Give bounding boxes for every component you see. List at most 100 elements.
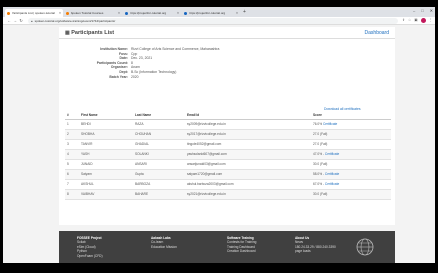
column-header: # [65,112,79,120]
close-icon[interactable]: × [236,11,238,15]
table-row: 8 VAIBHAV BAHARE sy2021@rizvicollege.edu.in… [65,189,391,200]
tab-participants-list[interactable]: Participants List | spoken-tutorial × [5,9,63,17]
tab-strip: Participants List | spoken-tutorial × Sp… [3,7,435,17]
close-icon[interactable]: × [59,11,61,15]
row-number: 3 [65,139,79,150]
score-text: 27.0 (Fail) [313,142,328,146]
row-number: 5 [65,159,79,170]
score-text: 30.0 (Fail) [313,192,328,196]
tab-project-1[interactable]: https://projectfor-tutorial.org × [123,9,181,17]
minimize-icon[interactable]: – [413,8,415,13]
first-name-cell: VAIBHAV [79,189,133,200]
score-cell: 30.0 (Fail) [311,159,391,170]
first-name-cell: SHOBHA [79,129,133,140]
footer-column: About Us News 180.24.33.29 / 880.240.339… [295,236,336,254]
email-cell: yashsolanki607@gmail.com [185,149,311,160]
column-header: Last Name [133,112,185,120]
score-text: 76.0% [313,122,323,126]
table-row: 6 Satyam Gupta satyam1720@gmail.com 58.0% - … [65,169,391,180]
last-name-cell: BAHARE [133,189,185,200]
new-tab-button[interactable]: + [243,9,246,15]
email-cell: akshul.barboza2003@gmail.com [185,179,311,190]
tab-spoken-tutorial-courses[interactable]: Spoken Tutorial Courses × [64,9,122,17]
first-name-cell: AKSHUL [79,179,133,190]
profile-avatar[interactable] [420,18,426,23]
footer-link[interactable]: OpenFoam (CFD) [77,254,103,258]
address-bar[interactable]: 🔒︎ spoken-tutorial.org/software-training… [28,17,399,24]
score-cell: 27.0 (Fail) [311,139,391,150]
download-certificates-link[interactable]: Download all certificates [324,107,361,111]
email-cell: satyam1720@gmail.com [185,169,311,180]
info-row: Batch Year: 2020 [109,74,139,79]
share-icon[interactable]: ⇪ [402,18,405,23]
browser-toolbar: ← → ↻ 🔒︎ spoken-tutorial.org/software-tr… [3,17,435,25]
blue-favicon-icon [184,11,187,15]
last-name-cell: GHADIAL [133,139,185,150]
orange-favicon-icon [7,11,10,15]
close-icon[interactable]: × [177,11,179,15]
score-text: 47.0% - [313,152,324,156]
last-name-cell: SOLANKI [133,149,185,160]
score-text: 67.0% - [313,182,324,186]
email-cell: ansarijunaid03@gmail.com [185,159,311,170]
row-number: 8 [65,189,79,200]
first-name-cell: BEHDI [79,119,133,130]
certificate-link[interactable]: Certificate [325,182,339,186]
menu-icon[interactable]: ⋮ [429,18,433,23]
table-row: 2 SHOBHA CHOUHAN sy2017@rizvicollege.edu.in… [65,129,391,140]
page-title: ▦ Participants List [65,29,115,36]
first-name-cell: YASH [79,149,133,160]
row-number: 7 [65,179,79,190]
certificate-link[interactable]: Certificate [325,172,339,176]
table-row: 3 TANVIR GHADIAL tingole4052@gmail.com 27.0 … [65,139,391,150]
first-name-cell: JUNAID [79,159,133,170]
participants-table: # First Name Last Name Email Id Score 1B… [65,112,391,200]
orange-favicon-icon [66,11,69,15]
tab-project-2[interactable]: https://projectfor-tutorial.org × [182,9,240,17]
score-cell: 47.0% - Certificate [311,149,391,160]
table-row: 1 BEHDI RAZA sy2009@rizvicollege.edu.in 76.0… [65,119,391,130]
extension-area: ⇪ ☆ ▣ ⋮ [402,18,432,23]
table-row: 7 AKSHUL BARBOZA akshul.barboza2003@gmail.c… [65,179,391,190]
score-text: 27.0 (Fail) [313,132,328,136]
footer-link[interactable]: Education Mission [151,245,177,249]
first-name-cell: Satyam [79,169,133,180]
extensions-icon[interactable]: ▣ [414,18,417,23]
row-number: 2 [65,129,79,140]
card-header: ▦ Participants List Dashboard [59,27,395,39]
dashboard-link[interactable]: Dashboard [365,30,389,36]
first-name-cell: TANVIR [79,139,133,150]
score-cell: 30.0 (Fail) [311,189,391,200]
close-icon[interactable]: × [118,11,120,15]
reload-icon[interactable]: ↻ [18,18,24,23]
email-cell: sy2009@rizvicollege.edu.in [185,119,311,130]
table-header-row: # First Name Last Name Email Id Score [65,112,391,120]
lock-icon: 🔒︎ [31,18,33,23]
email-cell: sy2021@rizvicollege.edu.in [185,189,311,200]
screen: Participants List | spoken-tutorial × Sp… [0,0,438,273]
row-number: 4 [65,149,79,160]
site-footer: FOSSEE Project Scilab eSim (Cloud) Pytho… [59,231,395,263]
score-cell: 27.0 (Fail) [311,129,391,140]
page-content: ▦ Participants List Dashboard Institutio… [3,25,435,263]
certificate-link[interactable]: Certificate [323,122,337,126]
score-cell: 58.0% - Certificate [311,169,391,180]
last-name-cell: RAZA [133,119,185,130]
last-name-cell: CHOUHAN [133,129,185,140]
maximize-icon[interactable]: □ [421,8,423,13]
footer-column: Aakash Labs Co-learn Education Mission [151,236,177,249]
browser-window: Participants List | spoken-tutorial × Sp… [3,7,435,263]
close-window-icon[interactable]: ✕ [430,8,433,13]
star-icon[interactable]: ☆ [408,18,411,23]
email-cell: sy2017@rizvicollege.edu.in [185,129,311,140]
last-name-cell: BARBOZA [133,179,185,190]
last-name-cell: ANSARI [133,159,185,170]
footer-column: Software Training Contests for Training … [227,236,256,254]
column-header: First Name [79,112,133,120]
participants-card: ▦ Participants List Dashboard Institutio… [59,27,395,225]
certificate-link[interactable]: Certificate [325,152,339,156]
footer-link[interactable]: Creation Dashboard [227,249,256,253]
globe-icon [356,238,374,256]
score-text: 30.0 (Fail) [313,162,328,166]
row-number: 1 [65,119,79,130]
